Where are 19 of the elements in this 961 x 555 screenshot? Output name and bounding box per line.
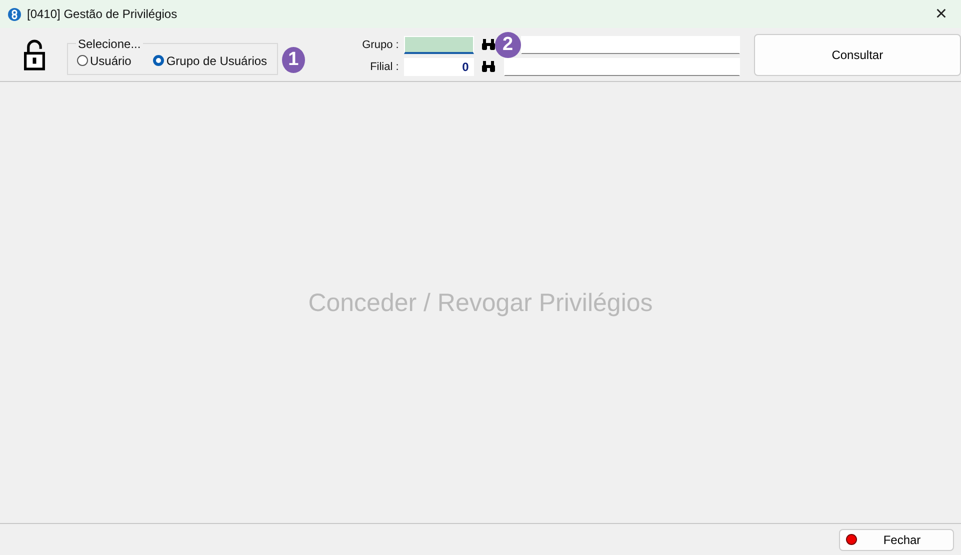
field-label: Grupo : <box>361 38 400 50</box>
radio-option[interactable]: Grupo de Usuários <box>153 54 268 68</box>
padlock-icon <box>24 36 45 72</box>
binoculars-icon[interactable] <box>482 39 495 50</box>
description-field[interactable] <box>504 58 740 76</box>
step-badge: 2 <box>494 32 521 58</box>
group-legend: Selecione... <box>76 36 143 50</box>
app-logo-icon <box>8 8 21 20</box>
binoculars-icon[interactable] <box>482 61 495 72</box>
input-field[interactable]: 0 <box>404 58 474 76</box>
window-title: [0410] Gestão de Privilégios <box>27 7 178 21</box>
description-field[interactable] <box>520 36 740 54</box>
step-badge: 1 <box>282 46 305 72</box>
query-button[interactable]: Consultar <box>754 34 961 76</box>
field-label: Filial : <box>369 60 400 72</box>
close-window-button[interactable]: Fechar <box>839 528 954 550</box>
radio-option[interactable]: Usuário <box>76 54 132 68</box>
close-button[interactable]: × <box>929 4 953 24</box>
input-field[interactable] <box>404 36 474 54</box>
